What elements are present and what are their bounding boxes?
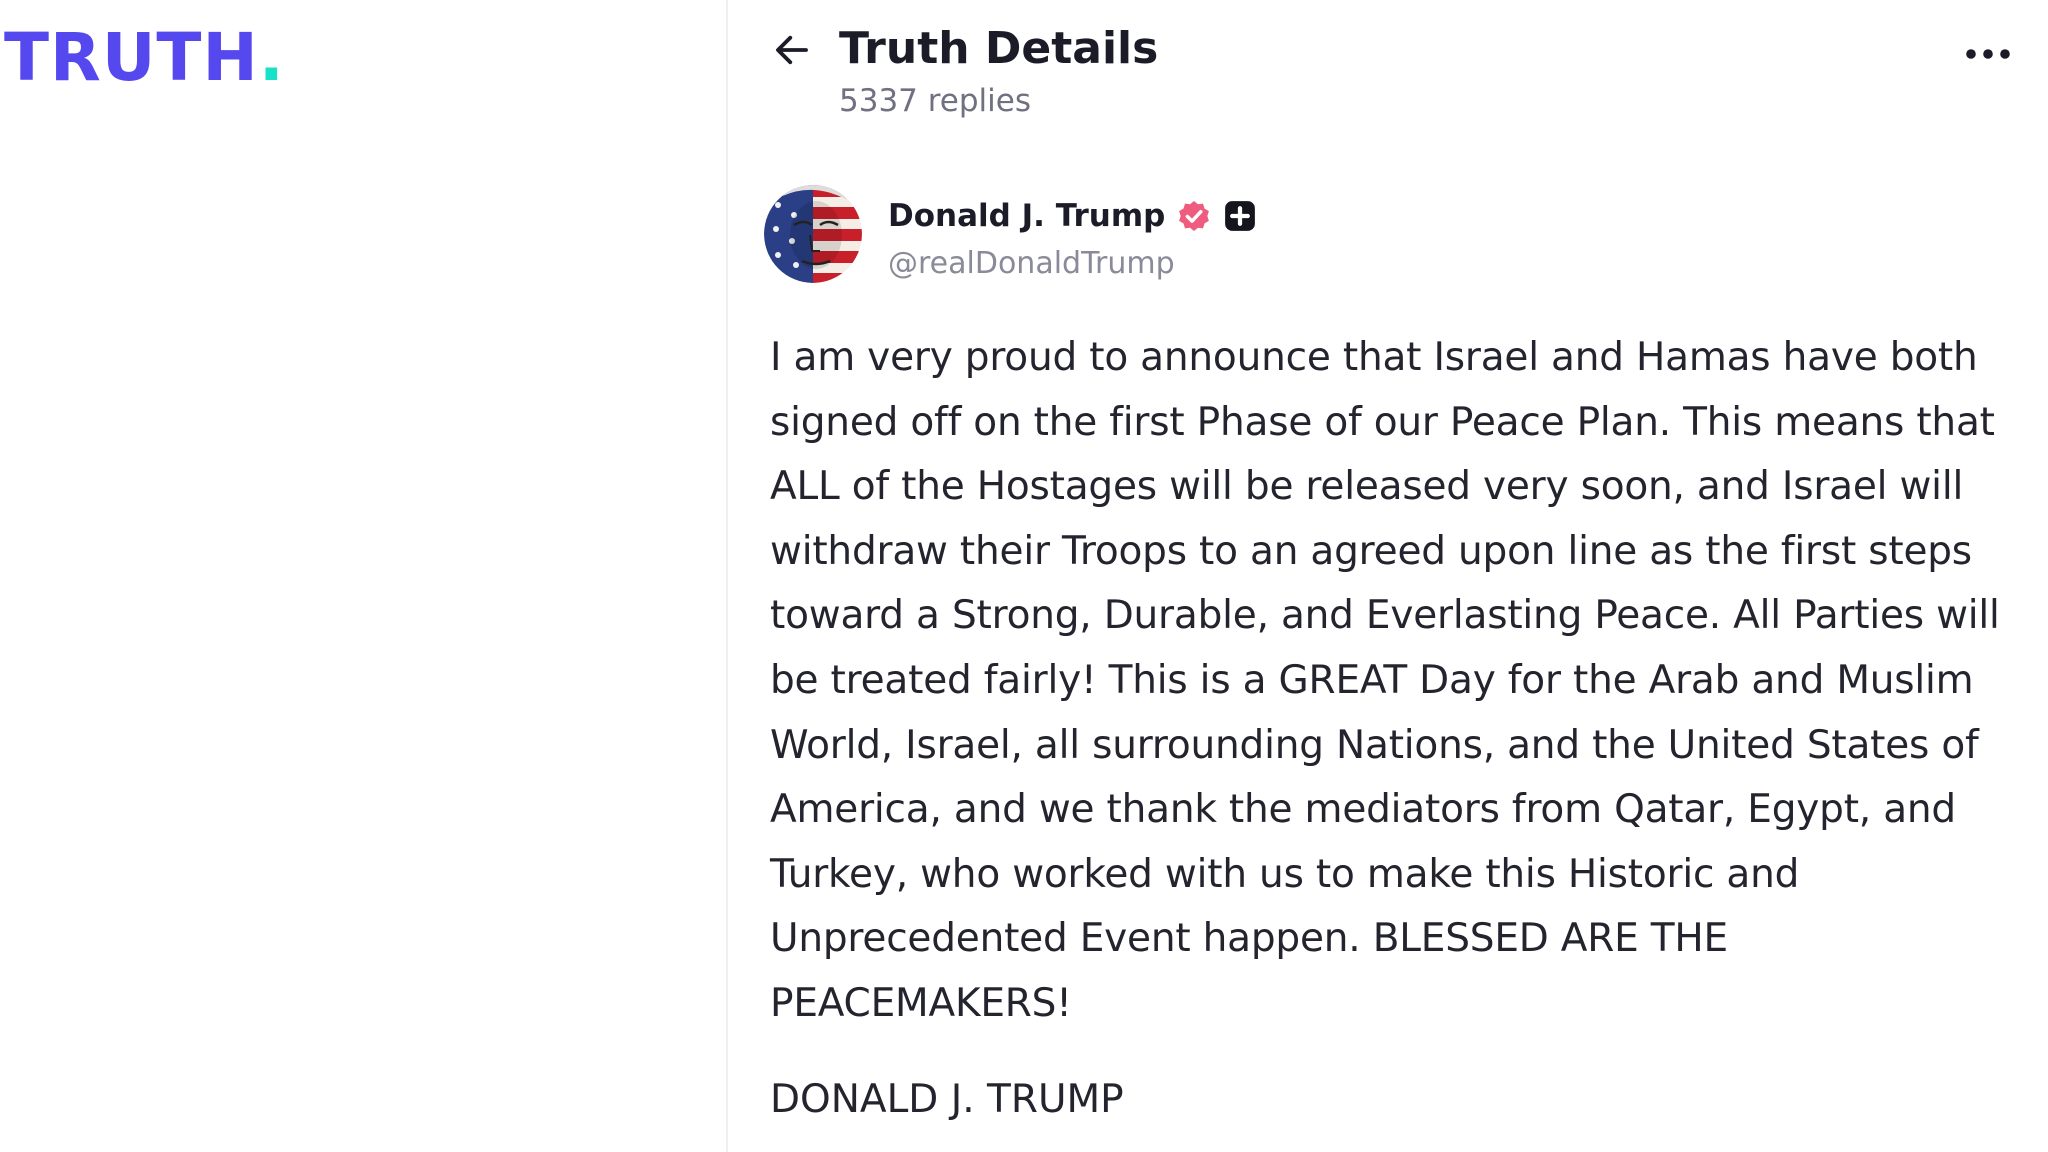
page: TRUTH. Truth Details 5337 replies Donald… — [0, 0, 2048, 1152]
verified-badge-icon — [1175, 197, 1213, 235]
left-sidebar: TRUTH. — [0, 0, 726, 1152]
ellipsis-icon — [1966, 49, 2010, 59]
page-title: Truth Details — [839, 23, 1159, 74]
avatar[interactable] — [764, 185, 862, 283]
post-signature: DONALD J. TRUMP — [770, 1077, 1124, 1122]
truth-logo[interactable]: TRUTH. — [4, 18, 285, 98]
post-body: I am very proud to announce that Israel … — [770, 326, 2035, 1037]
replies-count: 5337 replies — [839, 83, 1032, 119]
avatar-image — [764, 185, 862, 283]
plus-badge-icon — [1223, 199, 1257, 233]
author-handle[interactable]: @realDonaldTrump — [888, 243, 1175, 285]
logo-text: TRUTH — [4, 19, 259, 96]
page-header: Truth Details 5337 replies — [728, 0, 2048, 140]
author-name-row: Donald J. Trump — [888, 193, 1257, 239]
logo-dot: . — [258, 19, 285, 96]
author-name[interactable]: Donald J. Trump — [888, 194, 1165, 238]
back-button[interactable] — [768, 26, 816, 74]
more-options-button[interactable] — [1960, 30, 2016, 78]
main-column: Truth Details 5337 replies Donald J. Tru… — [728, 0, 2048, 1152]
arrow-left-icon — [776, 35, 808, 65]
post-text: I am very proud to announce that Israel … — [770, 335, 2000, 1026]
post-author: Donald J. Trump @realDonaldTrump — [764, 185, 2004, 295]
